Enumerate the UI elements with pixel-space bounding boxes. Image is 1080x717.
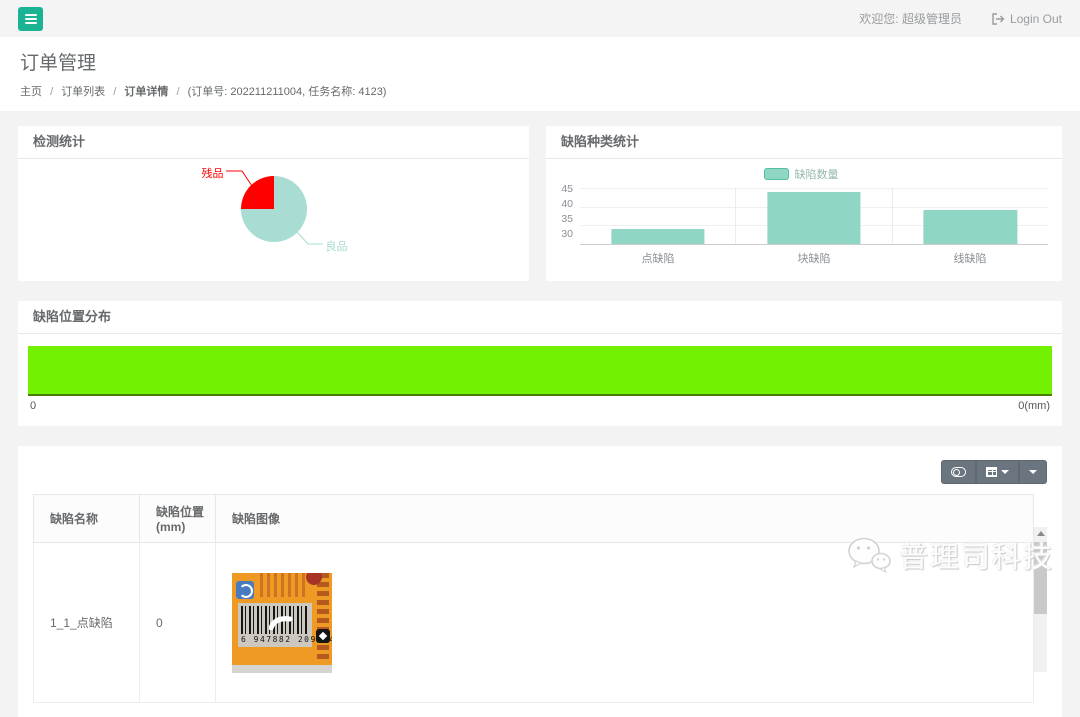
defect-position-title: 缺陷位置分布 bbox=[18, 301, 1062, 334]
column-header-defect-position[interactable]: 缺陷位置(mm) bbox=[140, 495, 216, 543]
breadcrumb-order-detail: 订单详情 bbox=[124, 86, 168, 98]
detection-stats-title: 检测统计 bbox=[18, 126, 529, 159]
bar-line-defect bbox=[924, 210, 1017, 244]
package-print-texture bbox=[317, 573, 329, 663]
columns-dropdown-button[interactable] bbox=[976, 460, 1019, 484]
hamburger-icon bbox=[25, 12, 37, 26]
y-tick: 45 bbox=[561, 183, 573, 195]
package-red-mark bbox=[306, 573, 322, 585]
defect-position-chart: 0 0(mm) bbox=[18, 334, 1062, 426]
package-print-texture bbox=[260, 573, 306, 597]
package-black-glyph bbox=[316, 629, 330, 643]
bar-point-defect bbox=[611, 229, 704, 244]
barcode-digits: 6 947882 209814 bbox=[241, 634, 309, 646]
defect-image[interactable]: 6 947882 209814 bbox=[232, 573, 332, 673]
breadcrumb-separator: / bbox=[176, 86, 179, 98]
breadcrumb-separator: / bbox=[113, 86, 116, 98]
column-header-defect-name[interactable]: 缺陷名称 bbox=[34, 495, 140, 543]
cell-defect-position: 0 bbox=[140, 543, 216, 703]
cell-defect-image: 6 947882 209814 bbox=[216, 543, 1034, 703]
detection-pie-chart-area: 残品 良品 bbox=[18, 159, 529, 281]
bar-plot-area bbox=[580, 188, 1048, 245]
x-axis-labels: 点缺陷 块缺陷 线缺陷 bbox=[580, 250, 1048, 266]
caret-down-icon bbox=[1029, 470, 1037, 474]
breadcrumb-order-list[interactable]: 订单列表 bbox=[61, 86, 105, 98]
bar-block-defect bbox=[767, 192, 860, 244]
legend-swatch bbox=[764, 168, 789, 180]
legend-label: 缺陷数量 bbox=[795, 166, 839, 182]
defect-table: 缺陷名称 缺陷位置(mm) 缺陷图像 1_1_点缺陷 0 bbox=[33, 494, 1034, 703]
defect-position-panel: 缺陷位置分布 0 0(mm) bbox=[18, 301, 1062, 426]
logout-link[interactable]: Login Out bbox=[992, 12, 1062, 26]
position-distribution-bar bbox=[28, 346, 1052, 396]
breadcrumb-home[interactable]: 主页 bbox=[20, 86, 42, 98]
cell-defect-name: 1_1_点缺陷 bbox=[34, 543, 140, 703]
defect-table-panel: 缺陷名称 缺陷位置(mm) 缺陷图像 1_1_点缺陷 0 bbox=[18, 446, 1062, 717]
caret-down-icon bbox=[1001, 470, 1009, 474]
x-label-point-defect: 点缺陷 bbox=[580, 250, 736, 266]
toggle-view-button[interactable] bbox=[941, 460, 976, 484]
table-scrollbar[interactable] bbox=[1034, 527, 1047, 672]
top-navbar: 欢迎您: 超级管理员 Login Out bbox=[0, 0, 1080, 37]
breadcrumb-order-info: (订单号: 202211211004, 任务名称: 4123) bbox=[188, 86, 387, 98]
table-header-row: 缺陷名称 缺陷位置(mm) 缺陷图像 bbox=[34, 495, 1034, 543]
welcome-text: 欢迎您: 超级管理员 bbox=[859, 10, 962, 27]
defect-mark-icon bbox=[269, 614, 293, 630]
column-header-defect-image[interactable]: 缺陷图像 bbox=[216, 495, 1034, 543]
y-tick: 40 bbox=[561, 198, 573, 210]
toggle-view-icon bbox=[951, 467, 966, 477]
breadcrumb: 主页 / 订单列表 / 订单详情 / (订单号: 202211211004, 任… bbox=[20, 83, 1060, 99]
defect-types-bar-chart: 缺陷数量 45 40 35 30 bbox=[546, 159, 1062, 281]
page-heading: 订单管理 主页 / 订单列表 / 订单详情 / (订单号: 2022112110… bbox=[0, 37, 1080, 111]
x-label-block-defect: 块缺陷 bbox=[736, 250, 892, 266]
detection-stats-panel: 检测统计 残品 良品 bbox=[18, 126, 529, 281]
logout-icon bbox=[992, 13, 1005, 25]
pie-label-defective: 残品 bbox=[192, 165, 224, 181]
barcode-bars bbox=[241, 606, 309, 634]
columns-icon bbox=[986, 467, 997, 477]
pie-label-good: 良品 bbox=[326, 238, 348, 254]
page-title: 订单管理 bbox=[20, 48, 1060, 75]
position-axis-end: 0(mm) bbox=[1018, 400, 1050, 412]
more-dropdown-button[interactable] bbox=[1019, 460, 1047, 484]
package-bottom-edge bbox=[232, 665, 332, 673]
scrollbar-thumb[interactable] bbox=[1034, 542, 1047, 614]
table-toolbar bbox=[33, 460, 1047, 484]
y-tick: 35 bbox=[561, 213, 573, 225]
main-content: 检测统计 残品 良品 缺陷种类统计 缺陷数量 bbox=[0, 111, 1080, 717]
defect-types-panel: 缺陷种类统计 缺陷数量 45 40 35 30 bbox=[546, 126, 1062, 281]
position-axis-start: 0 bbox=[30, 400, 36, 412]
pie-leader-lines bbox=[154, 159, 394, 281]
y-tick: 30 bbox=[561, 228, 573, 240]
defect-table-wrap: 缺陷名称 缺陷位置(mm) 缺陷图像 1_1_点缺陷 0 bbox=[33, 494, 1047, 703]
scrollbar-up-arrow-icon[interactable] bbox=[1034, 527, 1047, 540]
table-row[interactable]: 1_1_点缺陷 0 bbox=[34, 543, 1034, 703]
x-label-line-defect: 线缺陷 bbox=[892, 250, 1048, 266]
defect-types-title: 缺陷种类统计 bbox=[546, 126, 1062, 159]
package-logo-icon bbox=[236, 581, 254, 599]
logout-label: Login Out bbox=[1010, 12, 1062, 26]
breadcrumb-separator: / bbox=[50, 86, 53, 98]
barcode-panel: 6 947882 209814 bbox=[238, 603, 312, 647]
menu-toggle-button[interactable] bbox=[18, 7, 43, 31]
y-axis-labels: 45 40 35 30 bbox=[554, 183, 580, 240]
